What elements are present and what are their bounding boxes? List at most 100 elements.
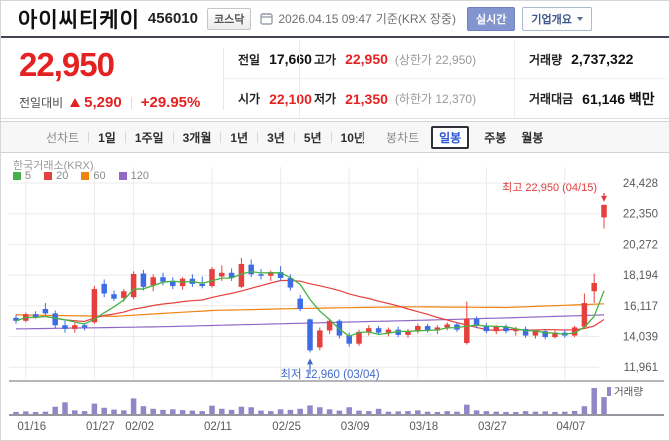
quote-datetime: 2026.04.15 09:47 [278,12,371,26]
volume-bar [513,412,519,414]
tab-period[interactable]: 5년 [304,129,322,146]
period-tab-group: 선차트 1일1주일3개월1년3년5년10년 [46,129,365,146]
amount-value: 61,146 백만 [582,89,654,109]
y-axis-label: 11,961 [624,362,658,374]
candle-body [533,331,539,335]
y-axis-label: 16,117 [624,301,658,313]
candle-body [591,283,597,291]
volume-bar [474,410,480,414]
amount-label: 거래대금 [529,90,573,107]
tab-period[interactable]: 3개월 [183,129,212,146]
candle-body [484,326,490,331]
chart-toolbar: 선차트 1일1주일3개월1년3년5년10년 봉차트 일봉주봉월봉 [1,121,669,153]
volume-bar [562,412,568,414]
volume-bar [533,412,539,414]
header: 아이씨티케이 456010 코스닥 2026.04.15 09:47 기준(KR… [1,1,669,38]
candle-body [601,205,607,218]
ma-legend-item: 5 [13,170,31,182]
volume-value: 2,737,322 [571,51,633,67]
candle-body [43,309,49,313]
tab-candle[interactable]: 주봉 [484,129,506,146]
change-value: 5,290 [84,94,122,111]
volume-bar [572,411,578,414]
tab-candle[interactable]: 일봉 [431,126,469,149]
divider [173,132,174,143]
candle-body [366,328,372,332]
volume-legend-label: 거래량 [614,384,643,399]
stock-code: 456010 [148,10,198,27]
x-axis-label: 01/16 [17,421,46,433]
y-axis-label: 14,039 [623,332,658,344]
candle-body [444,325,450,328]
volume-bar [43,412,49,414]
ma-legend-label: 120 [131,170,149,182]
volume-bar [327,409,333,414]
ma-legend-swatch [44,172,52,180]
volume-bar [356,411,362,414]
ma-legend-swatch [81,172,89,180]
prev-close-label: 전일 [238,51,260,68]
volume-bar [23,411,29,414]
stock-detail-page: 아이씨티케이 456010 코스닥 2026.04.15 09:47 기준(KR… [0,0,670,441]
candle-body [199,284,205,286]
realtime-button[interactable]: 실시간 [467,7,515,31]
x-axis-label: 03/18 [409,421,438,433]
candle-body [131,274,137,297]
volume-bar [425,412,431,414]
candle-chart-group-label: 봉차트 [386,129,419,146]
volume-bar [346,407,352,414]
volume-bar [82,411,88,414]
high-value: 22,950 [345,51,388,67]
volume-bar [248,407,254,414]
volume-bar [141,406,147,414]
tab-period[interactable]: 1년 [230,129,248,146]
upper-limit: (상한가 22,950) [395,51,476,68]
candle-body [72,325,78,329]
tab-period[interactable]: 3년 [267,129,285,146]
volume-bar [190,411,196,414]
company-overview-button[interactable]: 기업개요 [522,7,591,31]
volume-bar [366,411,372,414]
volume-label: 거래량 [529,51,562,68]
volume-bar [307,405,313,414]
x-axis-label: 03/27 [478,421,507,433]
x-axis-label: 02/02 [125,421,154,433]
volume-bar [72,410,78,414]
volume-bar [52,407,58,414]
stock-name: 아이씨티케이 [18,4,140,34]
volume-bar [552,412,558,414]
high-label: 고가 [314,51,336,68]
low-label: 저가 [314,90,336,107]
volume-bar [229,410,235,414]
open-label: 시가 [238,90,260,107]
ma-legend-item: 120 [119,170,149,182]
candle-body [209,269,215,286]
volume-legend-swatch [607,387,611,396]
volume-bar [484,411,490,414]
quote-summary-table: 전일 17,660 고가 22,950 (상한가 22,950) 거래량 2,7… [224,40,667,118]
tab-candle[interactable]: 월봉 [521,129,543,146]
company-overview-label: 기업개요 [531,11,571,27]
market-badge: 코스닥 [207,8,251,30]
volume-bar [278,409,284,414]
candle-body [121,291,127,298]
divider [125,132,126,143]
x-axis-label: 02/11 [204,421,232,433]
volume-bar [111,410,117,414]
ma-legend-label: 5 [25,170,31,182]
volume-cell: 거래량 2,737,322 [514,40,667,79]
volume-bar [101,408,107,414]
volume-bar [219,409,225,414]
tab-period[interactable]: 1주일 [135,129,164,146]
volume-bar [258,411,264,414]
volume-legend: 거래량 [607,384,643,399]
change-label: 전일대비 [19,94,63,111]
tab-period[interactable]: 1일 [98,129,116,146]
volume-bar [415,410,421,414]
high-annotation: 최고 22,950 (04/15) [502,181,597,194]
divider [131,97,132,109]
ma-legend: 52060120 [13,170,149,182]
volume-bar [180,410,186,414]
ma-legend-label: 60 [93,170,105,182]
volume-bar [337,411,343,414]
